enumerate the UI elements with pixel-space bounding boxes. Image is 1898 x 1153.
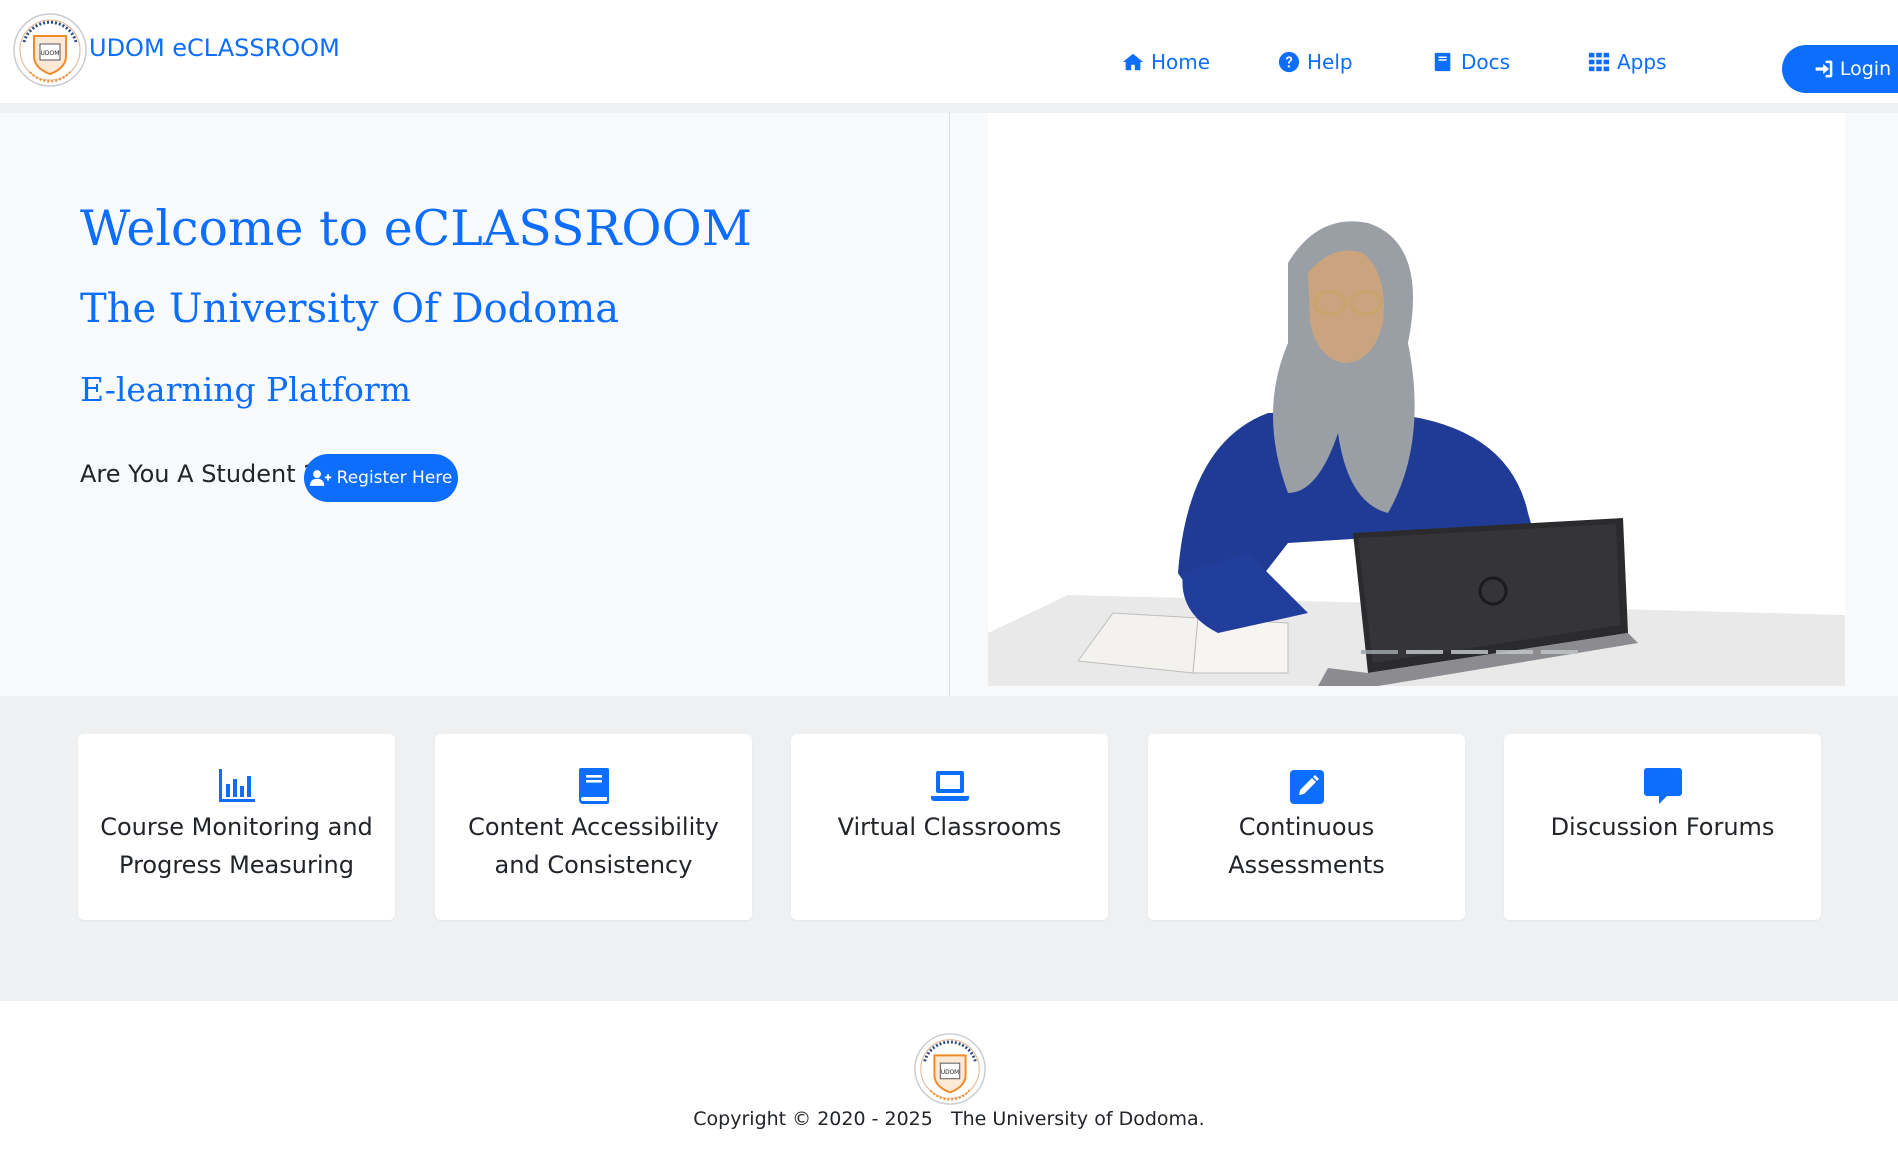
nav-home-label: Home — [1151, 50, 1211, 74]
student-prompt: Are You A Student ? — [80, 460, 317, 488]
svg-text:UDOM: UDOM — [941, 1070, 959, 1076]
nav-docs[interactable]: Docs — [1432, 50, 1510, 74]
user-plus-icon — [309, 470, 331, 486]
hero-carousel-image — [988, 113, 1845, 686]
feature-title-line: Course Monitoring and — [100, 813, 373, 841]
register-button[interactable]: Register Here — [304, 454, 458, 502]
carousel-indicator[interactable] — [1451, 650, 1488, 654]
footer-udom-logo: UDOM — [914, 1033, 986, 1105]
university-name: The University Of Dodoma — [80, 286, 620, 332]
login-button[interactable]: Login — [1782, 45, 1898, 93]
chat-icon — [1643, 768, 1682, 804]
register-label: Register Here — [336, 468, 453, 488]
feature-title-line: Discussion Forums — [1550, 813, 1775, 841]
carousel-indicator[interactable] — [1541, 650, 1578, 654]
feature-title-line: and Consistency — [494, 851, 693, 879]
book-icon — [578, 768, 609, 804]
feature-card-content-accessibility: Content Accessibility and Consistency — [435, 734, 752, 920]
carousel-indicator[interactable] — [1361, 650, 1398, 654]
feature-title-line: Content Accessibility — [468, 813, 719, 841]
grid-icon — [1588, 52, 1610, 72]
brand-title[interactable]: UDOM eCLASSROOM — [89, 34, 340, 62]
question-circle-icon — [1278, 51, 1300, 73]
footer-copyright: Copyright © 2020 - 2025 The University o… — [693, 1108, 1205, 1130]
nav-help-label: Help — [1307, 50, 1353, 74]
carousel-indicators — [1361, 650, 1578, 654]
sign-in-icon — [1815, 60, 1833, 78]
book-icon — [1434, 52, 1451, 72]
feature-card-discussion-forums: Discussion Forums — [1504, 734, 1821, 920]
nav-apps-label: Apps — [1617, 50, 1667, 74]
feature-card-continuous-assessments: Continuous Assessments — [1148, 734, 1465, 920]
home-icon — [1122, 53, 1144, 71]
nav-apps[interactable]: Apps — [1588, 50, 1667, 74]
platform-subtitle: E-learning Platform — [80, 370, 411, 409]
svg-text:UDOM: UDOM — [41, 50, 60, 57]
feature-title-line: Virtual Classrooms — [837, 813, 1062, 841]
top-navbar: UDOM UDOM eCLASSROOM Home Help Docs Apps — [0, 0, 1898, 104]
edit-icon — [1289, 770, 1324, 804]
carousel-indicator[interactable] — [1406, 650, 1443, 654]
nav-home[interactable]: Home — [1122, 50, 1210, 74]
nav-help[interactable]: Help — [1278, 50, 1353, 74]
header-separator — [0, 103, 1898, 113]
udom-logo[interactable]: UDOM — [12, 12, 88, 88]
bar-chart-icon — [218, 769, 255, 802]
laptop-icon — [930, 771, 969, 801]
feature-title-line: Progress Measuring — [119, 851, 354, 879]
feature-card-course-monitoring: Course Monitoring and Progress Measuring — [78, 734, 395, 920]
carousel-indicator[interactable] — [1496, 650, 1533, 654]
feature-title-line: Continuous — [1238, 813, 1375, 841]
login-label: Login — [1839, 58, 1892, 80]
feature-title-line: Assessments — [1228, 851, 1385, 879]
feature-card-virtual-classrooms: Virtual Classrooms — [791, 734, 1108, 920]
page-title: Welcome to eCLASSROOM — [80, 200, 752, 257]
nav-docs-label: Docs — [1461, 50, 1511, 74]
student-laptop-photo — [988, 113, 1845, 686]
